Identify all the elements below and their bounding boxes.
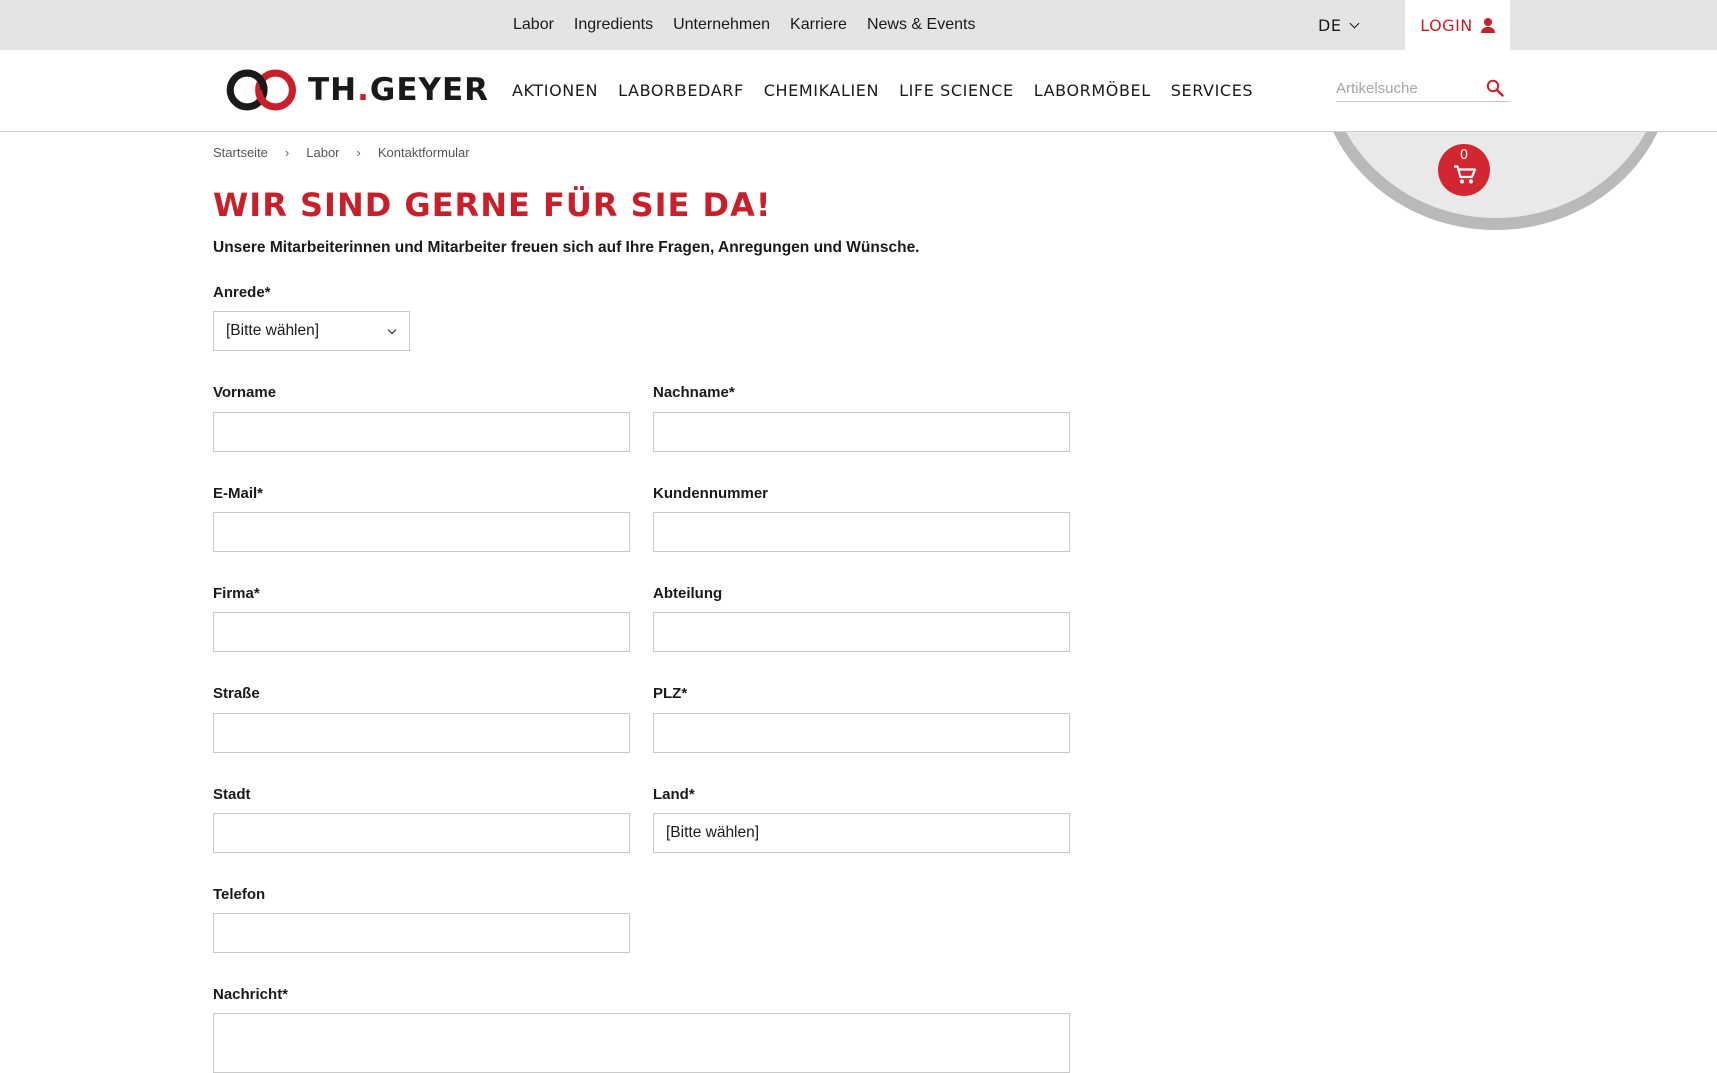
abteilung-input[interactable] — [653, 612, 1070, 652]
top-nav-labor[interactable]: Labor — [513, 16, 554, 34]
kundennummer-input[interactable] — [653, 512, 1070, 552]
anrede-select[interactable]: [Bitte wählen] — [213, 311, 410, 351]
main-nav: Aktionen Laborbedarf Chemikalien Life Sc… — [512, 50, 1253, 130]
anrede-value: [Bitte wählen] — [226, 322, 320, 339]
vorname-label: Vorname — [213, 384, 277, 401]
email-label: E-Mail* — [213, 485, 264, 502]
logo-text: TH.GEYER — [308, 72, 489, 108]
nachname-input[interactable] — [653, 412, 1070, 452]
page-title: WIR SIND GERNE FÜR SIE DA! — [213, 186, 772, 224]
abteilung-label: Abteilung — [653, 585, 723, 602]
top-bar: Labor Ingredients Unternehmen Karriere N… — [0, 0, 1717, 50]
telefon-label: Telefon — [213, 886, 266, 903]
vorname-input[interactable] — [213, 412, 630, 452]
main-header: TH.GEYER Aktionen Laborbedarf Chemikalie… — [0, 50, 1717, 132]
breadcrumb-startseite[interactable]: Startseite — [213, 145, 268, 160]
telefon-input[interactable] — [213, 913, 630, 953]
cart-button[interactable]: 0 — [1438, 144, 1490, 196]
breadcrumb-kontaktformular: Kontaktformular — [377, 145, 470, 160]
search-box — [1336, 76, 1510, 102]
firma-input[interactable] — [213, 612, 630, 652]
stadt-label: Stadt — [213, 786, 251, 803]
land-label: Land* — [653, 786, 695, 803]
chevron-down-icon — [1349, 18, 1360, 28]
nav-life-science[interactable]: Life Science — [899, 81, 1014, 100]
email-input[interactable] — [213, 512, 630, 552]
strasse-label: Straße — [213, 685, 260, 702]
breadcrumb-chevron-icon: › — [356, 145, 361, 160]
nachricht-textarea[interactable] — [213, 1013, 1070, 1073]
breadcrumb-chevron-icon: › — [284, 145, 290, 160]
nav-labormoebel[interactable]: Labormöbel — [1034, 81, 1151, 100]
chevron-down-icon — [387, 325, 397, 335]
top-nav: Labor Ingredients Unternehmen Karriere N… — [513, 0, 975, 50]
nav-laborbedarf[interactable]: Laborbedarf — [618, 81, 744, 100]
logo-rings-icon — [226, 69, 296, 111]
top-nav-karriere[interactable]: Karriere — [790, 16, 847, 34]
plz-label: PLZ* — [653, 685, 688, 702]
cart-count: 0 — [1459, 148, 1469, 163]
search-icon[interactable] — [1486, 79, 1504, 97]
breadcrumb-labor[interactable]: Labor — [306, 145, 339, 160]
language-label: DE — [1318, 15, 1342, 35]
kundennummer-label: Kundennummer — [653, 485, 769, 502]
nav-services[interactable]: Services — [1171, 81, 1253, 100]
breadcrumb: Startseite › Labor › Kontaktformular — [213, 145, 470, 160]
intro-text: Unsere Mitarbeiterinnen und Mitarbeiter … — [213, 239, 920, 256]
login-label: LOGIN — [1420, 15, 1473, 35]
land-value: [Bitte wählen] — [666, 824, 760, 841]
nachname-label: Nachname* — [653, 384, 735, 401]
top-nav-unternehmen[interactable]: Unternehmen — [673, 16, 770, 34]
top-nav-news-events[interactable]: News & Events — [867, 16, 975, 34]
top-nav-ingredients[interactable]: Ingredients — [574, 16, 653, 34]
plz-input[interactable] — [653, 713, 1070, 753]
nachricht-label: Nachricht* — [213, 986, 289, 1003]
firma-label: Firma* — [213, 585, 260, 602]
strasse-input[interactable] — [213, 713, 630, 753]
land-select[interactable]: [Bitte wählen] — [653, 813, 1070, 853]
nav-aktionen[interactable]: Aktionen — [512, 81, 598, 100]
stadt-input[interactable] — [213, 813, 630, 853]
nav-chemikalien[interactable]: Chemikalien — [764, 81, 879, 100]
search-input[interactable] — [1336, 76, 1476, 100]
anrede-label: Anrede* — [213, 284, 271, 301]
login-button[interactable]: LOGIN — [1405, 0, 1510, 50]
cart-icon — [1454, 165, 1477, 184]
language-selector[interactable]: DE — [1318, 0, 1360, 50]
logo[interactable]: TH.GEYER — [224, 64, 489, 116]
user-icon — [1480, 18, 1495, 33]
